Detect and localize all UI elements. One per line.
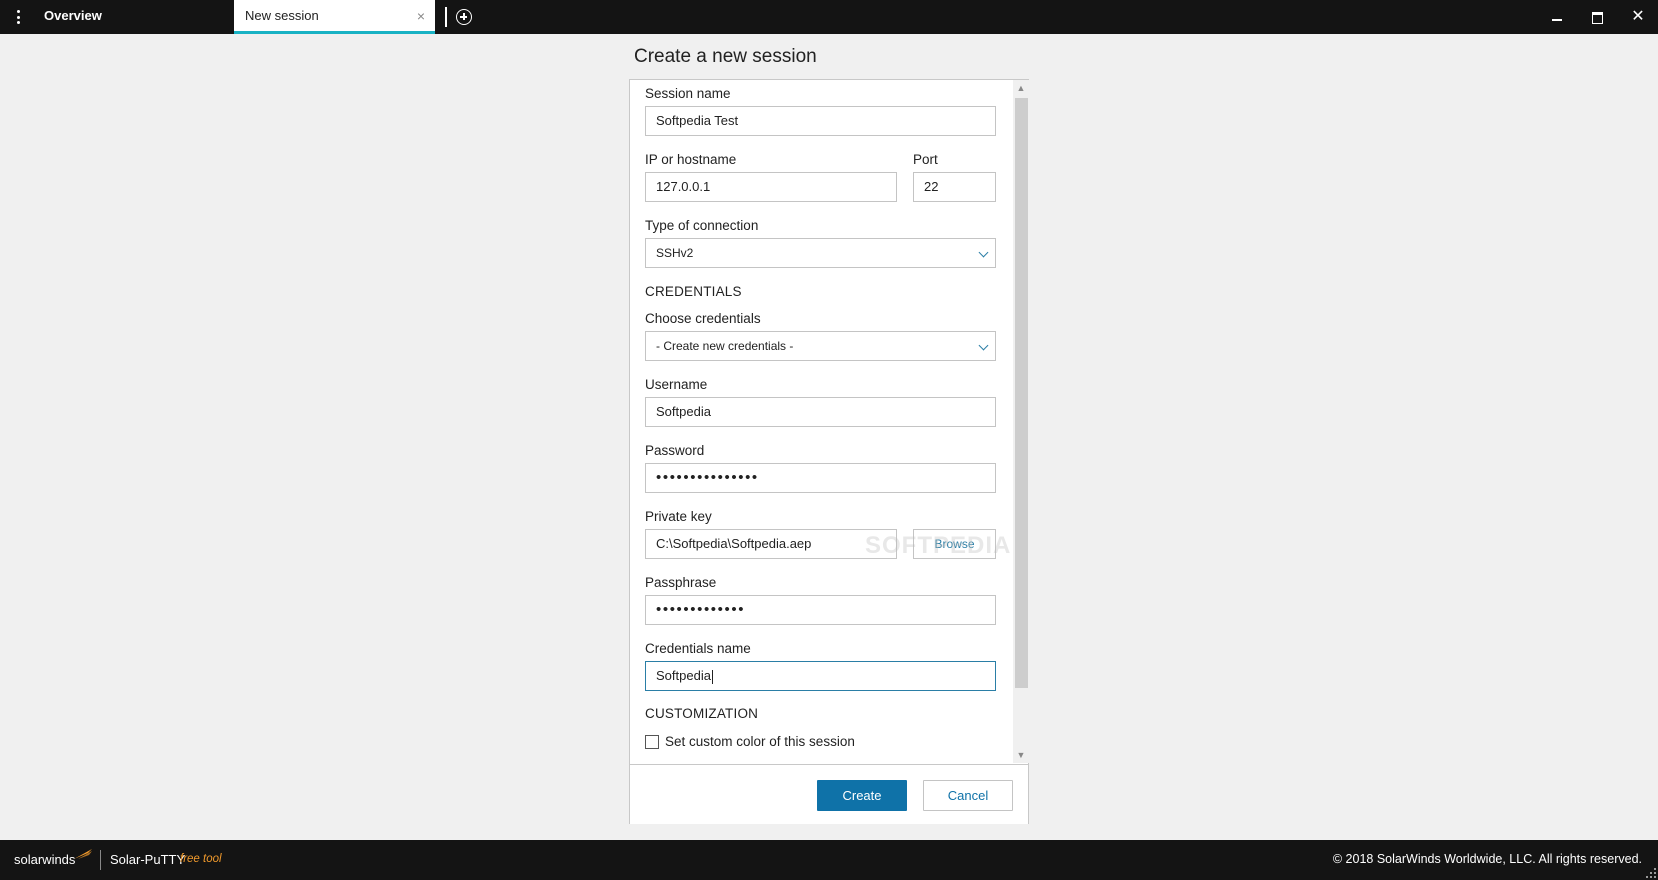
form-scroll-area: Session name Softpedia Test IP or hostna… [630,80,1012,763]
session-name-label: Session name [645,86,731,101]
dialog-footer: Create Cancel [630,764,1028,824]
add-tab-icon[interactable] [456,9,472,25]
free-tool-badge: free tool [180,853,222,865]
credentials-name-value: Softpedia [656,668,711,683]
port-input[interactable]: 22 [913,172,996,202]
tab-new-session-label: New session [245,8,319,23]
maximize-icon[interactable] [1578,0,1618,34]
passphrase-label: Passphrase [645,575,717,590]
custom-color-checkbox[interactable] [645,735,659,749]
tab-close-icon[interactable]: × [417,0,425,32]
scroll-down-icon[interactable]: ▼ [1013,747,1029,763]
connection-type-select[interactable]: SSHv2 [645,238,996,268]
menu-icon[interactable] [10,8,26,26]
text-caret [711,669,713,684]
scroll-thumb[interactable] [1015,98,1028,688]
page-title: Create a new session [634,46,817,67]
solarwinds-logo: solarwinds [14,852,76,867]
tab-overview-label: Overview [44,8,102,23]
custom-color-label[interactable]: Set custom color of this session [665,734,855,749]
minimize-icon[interactable] [1538,0,1578,34]
choose-credentials-value: - Create new credentials - [656,339,794,353]
credentials-name-label: Credentials name [645,641,751,656]
customization-section-heading: CUSTOMIZATION [645,706,759,721]
username-label: Username [645,377,708,392]
form-scrollbar[interactable]: ▲ ▼ [1013,80,1029,763]
tab-separator [445,7,447,27]
host-label: IP or hostname [645,152,737,167]
create-button[interactable]: Create [817,780,907,811]
connection-type-value: SSHv2 [656,246,694,260]
scroll-up-icon[interactable]: ▲ [1013,80,1029,96]
username-input[interactable]: Softpedia [645,397,996,427]
close-icon[interactable]: ✕ [1618,0,1658,34]
status-bar: solarwinds Solar-PuTTY free tool © 2018 … [0,840,1658,880]
watermark: SOFTPEDIA [865,532,1012,559]
credentials-name-input[interactable]: Softpedia [645,661,996,691]
title-bar: Overview New session × ✕ [0,0,1658,34]
password-input[interactable]: ••••••••••••••• [645,463,996,493]
footer-separator [100,850,101,870]
chevron-down-icon [978,247,989,258]
choose-credentials-label: Choose credentials [645,311,761,326]
product-name: Solar-PuTTY [110,852,186,867]
chevron-down-icon [978,340,989,351]
host-input[interactable]: 127.0.0.1 [645,172,897,202]
password-label: Password [645,443,705,458]
session-name-input[interactable]: Softpedia Test [645,106,996,136]
private-key-input[interactable]: C:\Softpedia\Softpedia.aep [645,529,897,559]
private-key-label: Private key [645,509,712,524]
connection-type-label: Type of connection [645,218,759,233]
copyright-text: © 2018 SolarWinds Worldwide, LLC. All ri… [1332,852,1642,866]
cancel-button[interactable]: Cancel [923,780,1013,811]
port-label: Port [913,152,938,167]
new-session-dialog: Session name Softpedia Test IP or hostna… [629,79,1029,824]
credentials-section-heading: CREDENTIALS [645,284,742,299]
tab-new-session[interactable]: New session × [234,0,435,34]
choose-credentials-select[interactable]: - Create new credentials - [645,331,996,361]
passphrase-input[interactable]: ••••••••••••• [645,595,996,625]
solarwinds-logo-icon [74,849,92,859]
tab-overview[interactable]: Overview [34,0,234,34]
resize-grip-icon[interactable] [1644,866,1656,878]
